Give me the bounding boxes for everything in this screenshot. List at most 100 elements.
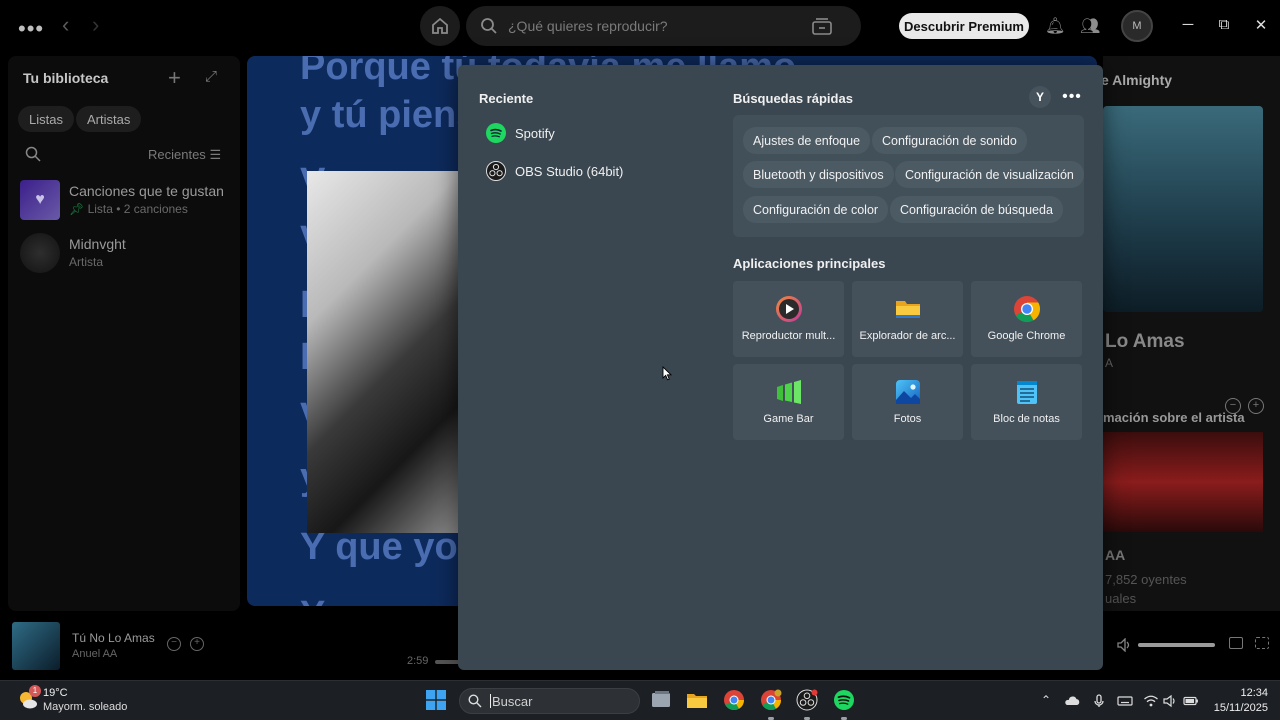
recent-item-spotify[interactable]: Spotify [486,120,555,146]
browse-icon[interactable] [811,16,833,36]
start-menu: Reciente Spotify OBS Studio (64bit) Búsq… [458,65,1103,670]
lyric-line: y tú piens [300,94,478,136]
quick-search-chip[interactable]: Configuración de búsqueda [890,196,1063,223]
weather-temperature[interactable]: 19°C [43,687,68,699]
library-item-name: Canciones que te gustan [69,183,224,199]
now-playing-title[interactable]: Tú No Lo Amas [72,631,155,645]
add-icon[interactable]: + [1248,398,1264,414]
quick-searches-panel: Ajustes de enfoque Configuración de soni… [733,115,1084,237]
battery-icon[interactable] [1183,693,1199,709]
library-item-liked-songs[interactable]: ♥ Canciones que te gustan 📌︎ Lista • 2 c… [20,180,235,226]
spotify-taskbar-icon[interactable] [833,689,855,711]
chevron-up-icon[interactable]: ⌃ [1038,693,1054,709]
heart-icon: ♥ [35,191,45,208]
app-label: Explorador de arc... [859,330,956,342]
filter-chip-artistas[interactable]: Artistas [76,106,142,132]
add-icon[interactable]: + [190,637,204,651]
premium-button[interactable]: Descubrir Premium [899,13,1029,39]
elapsed-time: 2:59 [407,655,429,667]
chrome-taskbar-icon[interactable] [723,689,745,711]
forward-arrow-icon[interactable]: › [92,12,99,38]
restore-icon[interactable]: ⧉ [1214,16,1234,33]
file-explorer-taskbar-icon[interactable] [686,689,708,711]
app-label: Google Chrome [987,330,1066,342]
quick-search-chip[interactable]: Bluetooth y dispositivos [743,161,894,188]
app-label: Reproductor mult... [741,330,836,342]
chrome-icon [1013,296,1040,323]
windows-start-icon[interactable] [426,690,446,710]
spotify-search-input[interactable]: ¿Qué quieres reproducir? [466,6,861,46]
album-artwork [307,171,459,533]
volume-slider[interactable] [1138,643,1215,647]
photos-icon [895,380,920,404]
search-icon [481,18,497,34]
weather-condition[interactable]: Mayorm. soleado [43,701,127,713]
library-item-sub: 📌︎ Lista • 2 canciones [69,202,188,216]
text-caret [490,694,491,708]
wifi-icon[interactable] [1143,693,1159,709]
keyboard-icon[interactable] [1117,693,1133,709]
quick-search-chip[interactable]: Configuración de sonido [872,127,1027,154]
library-item-name: Midnvght [69,236,126,252]
library-search-icon[interactable] [25,146,41,162]
notifications-bell-icon[interactable]: 🔔︎ [1045,16,1065,36]
lyric-line: Y [300,594,325,606]
app-tile-game-bar[interactable]: Game Bar [733,364,844,440]
taskbar-search-input[interactable]: Buscar [459,688,640,714]
artist-avatar [20,233,60,273]
fullscreen-icon[interactable] [1255,637,1269,649]
profile-avatar[interactable]: M [1121,10,1153,42]
taskbar: 1 19°C Mayorm. soleado Buscar ⌃ 12:34 15… [0,680,1280,720]
progress-bar[interactable] [435,660,460,664]
quick-search-chip[interactable]: Configuración de color [743,196,889,223]
quick-search-chip[interactable]: Ajustes de enfoque [743,127,871,154]
chrome-profile-taskbar-icon[interactable] [760,689,782,711]
clock-date[interactable]: 15/11/2025 [1206,702,1268,714]
onedrive-cloud-icon[interactable] [1064,693,1080,709]
library-item-midnvght[interactable]: Midnvght Artista [20,233,235,279]
recent-item-obs[interactable]: OBS Studio (64bit) [486,158,623,184]
media-player-icon [775,296,802,322]
app-tile-photos[interactable]: Fotos [852,364,963,440]
artist-name: AA [1105,547,1126,563]
speaker-icon[interactable] [1162,693,1178,709]
microphone-icon[interactable] [1091,693,1107,709]
recent-title: Reciente [479,91,534,106]
now-playing-artist[interactable]: Anuel AA [72,648,117,660]
close-icon[interactable]: ✕ [1251,16,1271,34]
home-icon [432,17,448,34]
volume-icon[interactable] [1117,638,1133,652]
clock-time[interactable]: 12:34 [1212,687,1268,699]
app-tile-chrome[interactable]: Google Chrome [971,281,1082,357]
remove-icon[interactable]: − [167,637,181,651]
app-tile-media-player[interactable]: Reproductor mult... [733,281,844,357]
game-bar-icon [776,380,801,404]
add-icon[interactable]: + [168,65,181,91]
minimize-icon[interactable]: ─ [1178,16,1198,33]
obs-taskbar-icon[interactable] [796,689,818,711]
friends-activity-icon[interactable]: 👥︎ [1080,16,1100,36]
monthly-listeners-suffix: uales [1105,591,1137,606]
recent-item-label: Spotify [515,125,555,141]
app-tile-file-explorer[interactable]: Explorador de arc... [852,281,963,357]
monthly-listeners: 7,852 oyentes [1105,572,1187,587]
notepad-icon [1016,381,1037,404]
filter-chip-listas[interactable]: Listas [18,106,74,132]
panel-title: e Almighty [1103,72,1173,88]
app-tile-notepad[interactable]: Bloc de notas [971,364,1082,440]
expand-icon[interactable]: ⤢ [205,68,217,85]
library-item-sub: Artista [69,255,104,269]
spotify-icon [486,123,506,143]
menu-dots-icon[interactable]: ••• [18,16,44,42]
sort-button[interactable]: Recientes ☰ [148,147,221,163]
home-button[interactable] [420,6,460,46]
task-view-icon[interactable] [650,689,672,711]
more-options-icon[interactable]: ••• [1060,86,1084,108]
now-playing-thumb[interactable] [12,622,60,670]
recent-item-label: OBS Studio (64bit) [515,163,624,179]
library-sidebar: Tu biblioteca + ⤢ Listas Artistas Recien… [8,56,240,611]
quick-search-chip[interactable]: Configuración de visualización [895,161,1084,188]
miniplayer-icon[interactable] [1229,637,1243,649]
user-avatar[interactable]: Y [1029,86,1051,108]
back-arrow-icon[interactable]: ‹ [62,12,69,38]
